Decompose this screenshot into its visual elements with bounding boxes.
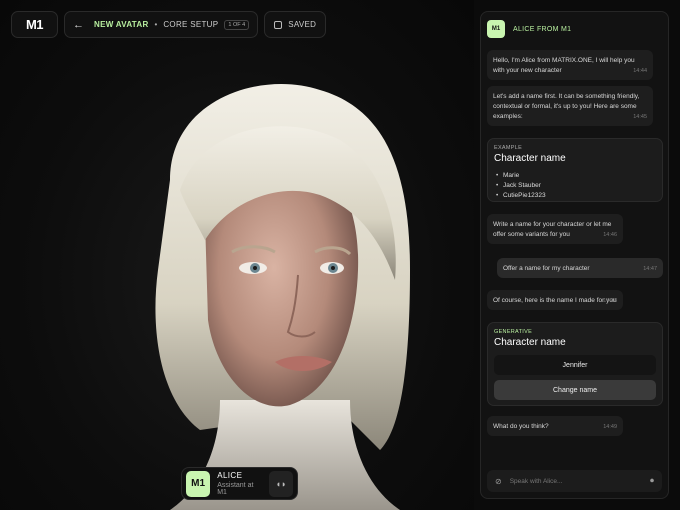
message-text: Hello, I'm Alice from MATRIX.ONE, I will…: [493, 57, 635, 74]
message-text: What do you think?: [493, 423, 549, 430]
example-list: Marie Jack Stauber CutiePie12323: [494, 172, 656, 199]
assistant-name: ALICE: [217, 471, 243, 480]
card-title: Character name: [494, 337, 566, 348]
change-name-button[interactable]: Change name: [494, 380, 656, 400]
chat-message: What do you think? 14:49: [487, 416, 623, 436]
breadcrumb: ← NEW AVATAR • CORE SETUP 1 OF 4: [64, 11, 259, 38]
breadcrumb-section: CORE SETUP: [163, 20, 219, 29]
chat-message: Of course, here is the name I made for y…: [487, 290, 623, 310]
assistant-card: M1 ALICE Assistant at M1 ◖◗: [181, 467, 298, 500]
message-time: 14:47: [643, 266, 657, 272]
assistant-avatar: M1: [186, 470, 211, 497]
message-text: Let's add a name first. It can be someth…: [493, 93, 640, 120]
breadcrumb-separator: •: [154, 20, 158, 29]
attach-icon[interactable]: ⊘: [495, 477, 502, 486]
chat-input-bar: ⊘ ⏺: [487, 470, 662, 492]
message-time: 14:44: [633, 68, 647, 74]
chat-message: Let's add a name first. It can be someth…: [487, 86, 653, 126]
card-kicker: GENERATIVE: [494, 329, 533, 335]
save-icon: [274, 20, 283, 29]
message-text: Of course, here is the name I made for y…: [493, 297, 617, 304]
chat-message: Hello, I'm Alice from MATRIX.ONE, I will…: [487, 50, 653, 80]
chat-avatar: M1: [487, 20, 505, 38]
message-text: Write a name for your character or let m…: [493, 221, 612, 238]
chat-title: ALICE FROM M1: [513, 25, 572, 33]
breadcrumb-step: NEW AVATAR: [94, 20, 149, 29]
list-item: CutiePie12323: [494, 192, 656, 199]
message-time: 14:49: [603, 424, 617, 430]
message-text: Offer a name for my character: [503, 265, 590, 272]
avatar-portrait: [155, 84, 410, 510]
step-badge: 1 OF 4: [224, 19, 250, 30]
list-item: Jack Stauber: [494, 182, 656, 189]
chat-input[interactable]: [509, 477, 642, 485]
example-card: EXAMPLE Character name Marie Jack Staube…: [487, 138, 663, 202]
message-time: 14:45: [633, 114, 647, 120]
saved-label: SAVED: [288, 20, 317, 29]
voice-wave-icon[interactable]: ◖◗: [268, 470, 294, 497]
message-time: 14:48: [603, 298, 617, 304]
chat-header: M1 ALICE FROM M1: [481, 12, 668, 40]
card-kicker: EXAMPLE: [494, 145, 523, 151]
chat-message-user: Offer a name for my character 14:47: [497, 258, 663, 278]
card-title: Character name: [494, 153, 566, 164]
message-time: 14:46: [603, 232, 617, 238]
list-item: Marie: [494, 172, 656, 179]
m1-logo[interactable]: M1: [11, 11, 58, 38]
mic-icon[interactable]: ⏺: [650, 476, 654, 486]
saved-button[interactable]: SAVED: [264, 11, 327, 38]
chat-panel: M1 ALICE FROM M1 Hello, I'm Alice from M…: [480, 11, 669, 499]
chat-message: Write a name for your character or let m…: [487, 214, 623, 244]
avatar-stage: [0, 0, 474, 510]
arrow-left-icon[interactable]: ←: [73, 19, 84, 31]
generative-card: GENERATIVE Character name Jennifer Chang…: [487, 322, 663, 406]
assistant-role: Assistant at M1: [217, 482, 254, 496]
generated-name: Jennifer: [494, 355, 656, 375]
